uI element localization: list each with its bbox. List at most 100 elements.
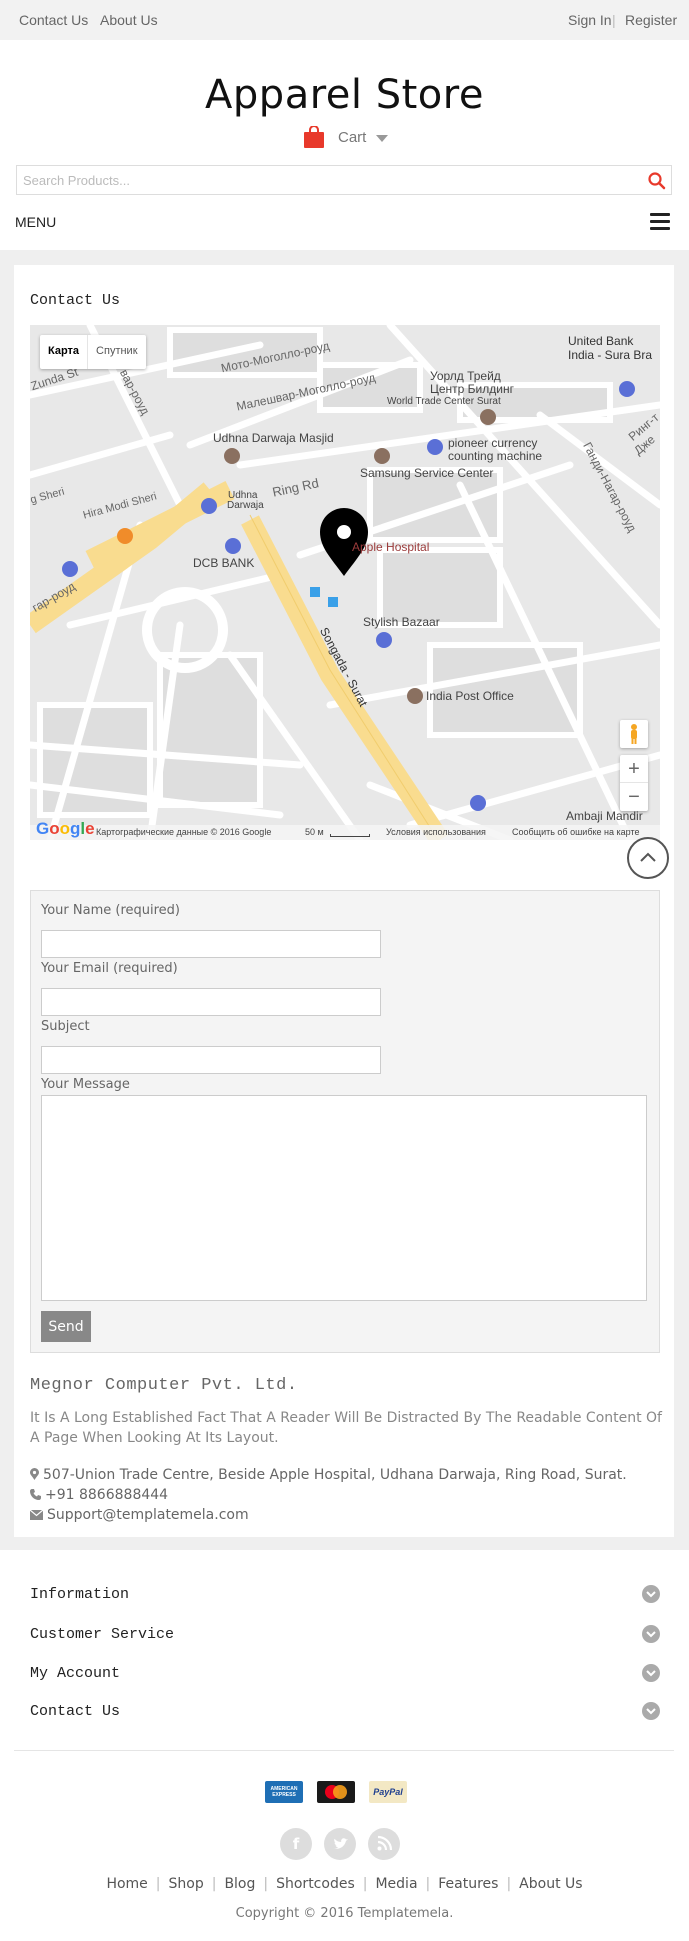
chevron-down-icon [642, 1585, 660, 1603]
map-canvas[interactable] [30, 325, 660, 840]
footer-link-separator: | [506, 1876, 512, 1892]
topbar-link-about[interactable]: About Us [100, 12, 158, 28]
footer-link-media[interactable]: Media [375, 1876, 417, 1892]
footer-section-label: My Account [30, 1665, 121, 1682]
scroll-to-top-button[interactable] [627, 837, 669, 879]
footer-link-features[interactable]: Features [438, 1876, 498, 1892]
site-logo[interactable]: Apparel Store [0, 72, 689, 118]
map-scale-bar [330, 834, 370, 837]
name-label: Your Name (required) [41, 903, 180, 918]
google-logo: Google [36, 819, 95, 838]
facebook-icon[interactable]: f [280, 1828, 312, 1860]
footer-link-separator: | [362, 1876, 368, 1892]
map-terms-link[interactable]: Условия использования [386, 827, 486, 837]
email-label: Your Email (required) [41, 961, 178, 976]
map-label: Darwaja [227, 500, 264, 511]
map-attribution: Картографические данные © 2016 Google [96, 827, 272, 837]
footer-link-separator: | [155, 1876, 161, 1892]
topbar-separator: | [612, 12, 616, 28]
send-button[interactable]: Send [41, 1311, 91, 1342]
message-label: Your Message [41, 1077, 130, 1092]
footer-link-blog[interactable]: Blog [224, 1876, 255, 1892]
map-label: pioneer currency [448, 436, 538, 450]
map-label: Apple Hospital [352, 540, 430, 554]
street-view-pegman-icon[interactable] [620, 720, 648, 748]
footer-link-home[interactable]: Home [106, 1876, 147, 1892]
copyright: Copyright © 2016 Templatemela. [235, 1906, 454, 1921]
search-bar [16, 165, 672, 195]
footer-link-separator: | [263, 1876, 269, 1892]
footer-link-separator: | [425, 1876, 431, 1892]
search-icon[interactable] [647, 171, 667, 191]
map-marker-icon [30, 1468, 39, 1480]
map-type-toggle: Карта Спутник [40, 335, 146, 369]
chevron-up-icon [640, 852, 656, 862]
google-map[interactable]: United Bank India - Sura Bra Мото-Моголл… [30, 325, 660, 840]
map-scale: 50 м [305, 827, 324, 837]
company-description: It Is A Long Established Fact That A Rea… [30, 1410, 662, 1446]
envelope-icon [30, 1510, 43, 1520]
phone-icon [30, 1489, 41, 1500]
contact-form: Your Name (required) Your Email (require… [30, 890, 660, 1353]
hamburger-menu-icon[interactable] [650, 213, 670, 231]
footer-link-shop[interactable]: Shop [169, 1876, 204, 1892]
rss-icon[interactable] [368, 1828, 400, 1860]
map-label: World Trade Center Surat [387, 396, 501, 407]
amex-icon: AMERICAN EXPRESS [265, 1781, 303, 1803]
footer-section-label: Contact Us [30, 1703, 121, 1720]
cart-label: Cart [338, 129, 367, 146]
map-report-link[interactable]: Сообщить об ошибке на карте [512, 827, 639, 837]
footer-section-label: Information [30, 1586, 130, 1603]
map-label: DCB BANK [193, 556, 255, 570]
phone-text: +91 8866888444 [45, 1487, 169, 1503]
map-type-satellite-button[interactable]: Спутник [88, 335, 145, 369]
search-input[interactable] [23, 167, 633, 193]
address-line: 507-Union Trade Centre, Beside Apple Hos… [30, 1467, 627, 1483]
register-link[interactable]: Register [625, 12, 677, 28]
top-bar: Contact Us About Us Sign In | Register [0, 0, 689, 40]
message-field[interactable] [41, 1095, 647, 1301]
menu-label[interactable]: MENU [15, 214, 56, 230]
map-label: India - Sura Bra [568, 348, 653, 362]
map-label: Udhna Darwaja Masjid [213, 431, 334, 445]
footer-link-shortcodes[interactable]: Shortcodes [276, 1876, 355, 1892]
map-footer: Картографические данные © 2016 Google 50… [30, 825, 660, 840]
email-field[interactable] [41, 988, 381, 1016]
map-label: Samsung Service Center [360, 466, 494, 480]
footer-section-contact-us[interactable]: Contact Us [30, 1702, 660, 1726]
footer-section-customer-service[interactable]: Customer Service [30, 1625, 660, 1649]
phone-line: +91 8866888444 [30, 1487, 168, 1503]
chevron-down-icon [642, 1702, 660, 1720]
address-text: 507-Union Trade Centre, Beside Apple Hos… [43, 1467, 627, 1483]
email-link[interactable]: Support@templatemela.com [47, 1507, 249, 1523]
map-label: United Bank [568, 334, 634, 348]
map-label: Stylish Bazaar [363, 615, 440, 629]
map-label: Уорлд Трейд [430, 369, 501, 383]
subject-label: Subject [41, 1019, 90, 1034]
chevron-down-icon [642, 1664, 660, 1682]
shopping-bag-icon [304, 126, 324, 148]
map-label: India Post Office [426, 689, 514, 703]
zoom-in-icon[interactable]: + [620, 755, 648, 783]
footer-links: Home | Shop | Blog | Shortcodes | Media | Features… [0, 1876, 689, 1892]
zoom-controls: + − [620, 755, 648, 811]
map-label: counting machine [448, 449, 543, 463]
map-label: Центр Билдинг [430, 382, 514, 396]
cart-button[interactable]: Cart [304, 124, 424, 150]
footer-divider [14, 1750, 674, 1751]
footer-link-separator: | [211, 1876, 217, 1892]
twitter-icon[interactable] [324, 1828, 356, 1860]
chevron-down-icon [376, 135, 388, 142]
sign-in-link[interactable]: Sign In [568, 12, 612, 28]
mastercard-icon [317, 1781, 355, 1803]
footer-section-information[interactable]: Information [30, 1585, 660, 1609]
footer-link-about[interactable]: About Us [519, 1876, 582, 1892]
subject-field[interactable] [41, 1046, 381, 1074]
paypal-icon: PayPal [369, 1781, 407, 1803]
footer-section-my-account[interactable]: My Account [30, 1664, 660, 1688]
page-title: Contact Us [30, 292, 121, 309]
map-type-map-button[interactable]: Карта [40, 335, 89, 369]
name-field[interactable] [41, 930, 381, 958]
topbar-link-contact[interactable]: Contact Us [19, 12, 88, 28]
zoom-out-icon[interactable]: − [620, 783, 648, 811]
